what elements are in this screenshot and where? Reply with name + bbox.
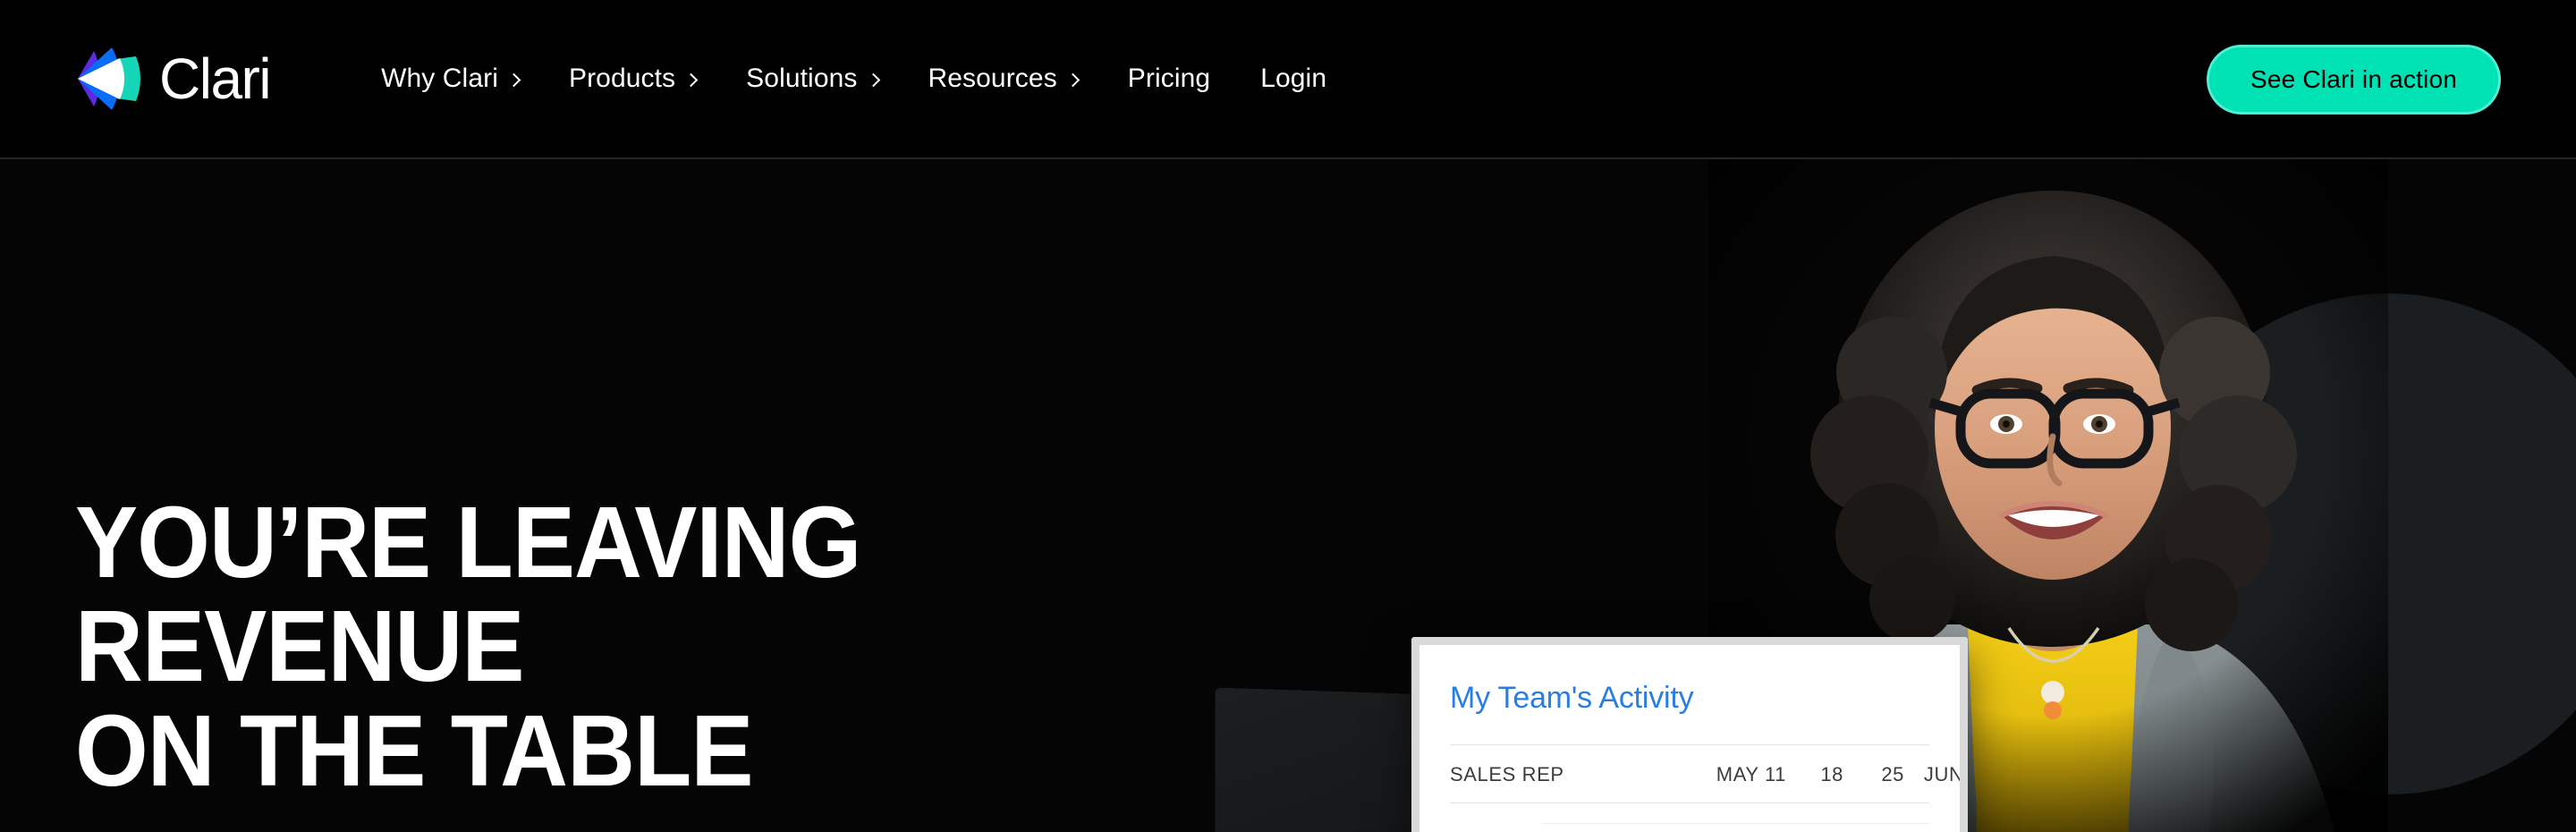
card-title: My Team's Activity (1450, 681, 1694, 715)
chevron-right-icon (683, 72, 699, 87)
page-title: YOU’RE LEAVING REVENUE ON THE TABLE (75, 490, 1257, 802)
main-navigation: Why Clari Products Solutions Resources P… (356, 64, 1352, 94)
table-column-headers: SALES REP MAY 11 18 25 JUN 1 (1450, 745, 1960, 802)
see-clari-in-action-button[interactable]: See Clari in action (2206, 45, 2501, 115)
nav-label: Why Clari (381, 64, 498, 93)
nav-label: Pricing (1127, 64, 1211, 93)
chevron-right-icon (1065, 72, 1080, 87)
clari-logo-link[interactable]: Clari (75, 43, 272, 115)
nav-label: Resources (928, 64, 1057, 93)
nav-item-resources[interactable]: Resources (903, 64, 1103, 94)
nav-label: Solutions (746, 64, 858, 93)
headline-line-2: ON THE TABLE (75, 693, 753, 807)
row-separator (1543, 823, 1929, 824)
column-header-jun-1: JUN 1 (1923, 763, 1960, 785)
nav-item-why-clari[interactable]: Why Clari (356, 64, 544, 94)
table-row[interactable]: 17 20 13 20 (1450, 823, 1929, 832)
clari-wordmark: Clari (159, 47, 272, 111)
nav-item-solutions[interactable]: Solutions (721, 64, 902, 94)
divider (1450, 802, 1929, 803)
column-header-sales-rep: SALES REP (1450, 763, 1564, 785)
hero-section: YOU’RE LEAVING REVENUE ON THE TABLE Use … (0, 159, 2576, 832)
nav-item-login[interactable]: Login (1235, 64, 1352, 94)
nav-item-products[interactable]: Products (544, 64, 721, 94)
cta-label: See Clari in action (2250, 65, 2457, 93)
column-header-18: 18 (1820, 763, 1843, 785)
clari-homepage-hero: Clari Why Clari Products Solutions Resou… (0, 0, 2576, 832)
card-body: My Team's Activity SALES REP MAY 11 18 2… (1419, 645, 1960, 832)
column-header-25: 25 (1881, 763, 1904, 785)
chevron-right-icon (866, 72, 880, 87)
clari-fan-logo-icon (75, 43, 145, 115)
chevron-right-icon (506, 72, 521, 87)
site-header: Clari Why Clari Products Solutions Resou… (0, 0, 2576, 159)
headline-line-1: YOU’RE LEAVING REVENUE (75, 486, 861, 703)
hero-copy-block: YOU’RE LEAVING REVENUE ON THE TABLE Use … (75, 490, 1345, 832)
nav-label: Login (1260, 64, 1327, 93)
column-header-may-11: MAY 11 (1716, 763, 1786, 785)
nav-label: Products (568, 64, 676, 93)
team-activity-card: My Team's Activity SALES REP MAY 11 18 2… (1411, 637, 1968, 832)
nav-item-pricing[interactable]: Pricing (1103, 64, 1235, 94)
